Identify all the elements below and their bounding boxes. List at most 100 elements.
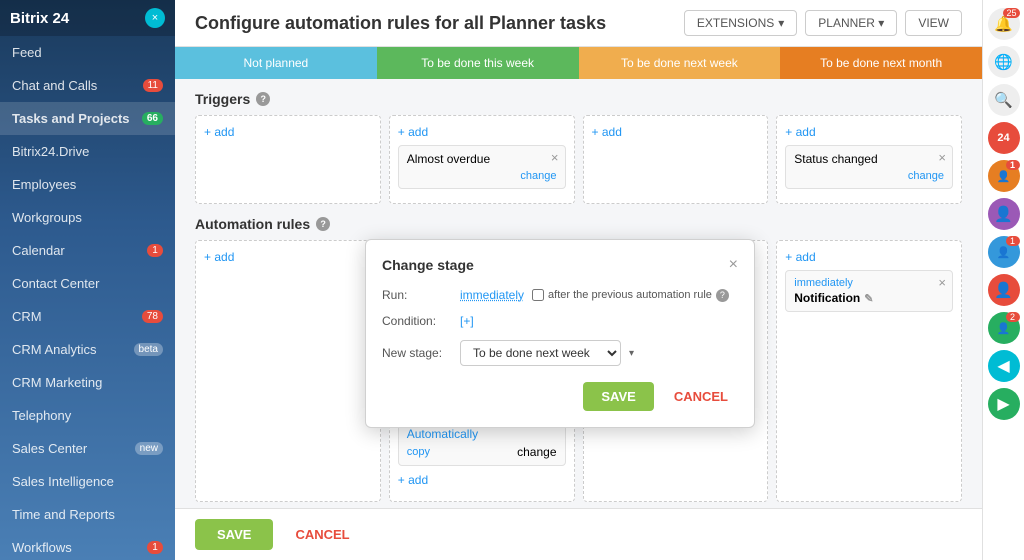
modal-cancel-button[interactable]: CANCEL xyxy=(664,382,738,411)
trigger-title-1: Status changed xyxy=(794,152,877,166)
page-title: Configure automation rules for all Plann… xyxy=(195,13,606,34)
trigger-close-icon-1[interactable]: × xyxy=(938,150,946,165)
globe-icon[interactable]: 🌐 xyxy=(988,46,1020,78)
modal-stage-select[interactable]: Not plannedTo be done this weekTo be don… xyxy=(460,340,621,366)
sidebar-item-sales-center[interactable]: Sales Center new xyxy=(0,432,175,465)
sidebar-item-employees[interactable]: Employees xyxy=(0,168,175,201)
stage-not-planned[interactable]: Not planned xyxy=(175,47,377,79)
sidebar-item-crm[interactable]: CRM 78 xyxy=(0,300,175,333)
automation-add-btn-3[interactable]: + add xyxy=(785,250,815,264)
triggers-row: + add + add × Almost overdue change + ad… xyxy=(195,115,962,204)
sidebar: Bitrix 24 × Feed Chat and Calls 11 Tasks… xyxy=(0,0,175,560)
stage-next-week[interactable]: To be done next week xyxy=(579,47,781,79)
modal-new-stage-label: New stage: xyxy=(382,346,452,360)
modal-condition-label: Condition: xyxy=(382,314,452,328)
triggers-add-btn-0[interactable]: + add xyxy=(204,125,234,139)
person1-avatar[interactable]: 👤 1 xyxy=(988,160,1020,192)
triggers-col-1: + add × Almost overdue change xyxy=(389,115,575,204)
bell-badge: 25 xyxy=(1003,8,1019,18)
search-icon[interactable]: 🔍 xyxy=(988,84,1020,116)
sidebar-item-tasks[interactable]: Tasks and Projects 66 xyxy=(0,102,175,135)
modal-run-value[interactable]: immediately xyxy=(460,288,524,302)
sidebar-item-time-reports[interactable]: Time and Reports xyxy=(0,498,175,531)
sidebar-item-workgroups[interactable]: Workgroups xyxy=(0,201,175,234)
modal-title: Change stage xyxy=(382,257,474,273)
right-bar: 🔔 25 🌐 🔍 24 👤 1 👤 👤 1 👤 👤 2 ◀ ▶ xyxy=(982,0,1024,560)
triggers-col-3: + add × Status changed change xyxy=(776,115,962,204)
sidebar-item-contact-center[interactable]: Contact Center xyxy=(0,267,175,300)
rule-target-1[interactable]: Automatically xyxy=(407,427,557,441)
workflows-badge: 1 xyxy=(147,541,163,554)
page-header: Configure automation rules for all Plann… xyxy=(175,0,982,47)
chat-calls-badge: 11 xyxy=(143,79,163,92)
triggers-section-header: Triggers ? xyxy=(195,91,962,107)
person1-badge: 1 xyxy=(1006,160,1020,170)
bottom-bar: SAVE CANCEL xyxy=(175,508,982,560)
rule-copy-link-1[interactable]: copy xyxy=(407,446,430,458)
automation-col-0: + add xyxy=(195,240,381,502)
triggers-col-0: + add xyxy=(195,115,381,204)
trigger-change-link-0[interactable]: change xyxy=(520,170,556,182)
sidebar-item-calendar[interactable]: Calendar 1 xyxy=(0,234,175,267)
rule-close-icon-2[interactable]: × xyxy=(938,275,946,290)
modal-condition-bracket[interactable]: [+] xyxy=(460,314,474,328)
sidebar-item-feed[interactable]: Feed xyxy=(0,36,175,69)
sidebar-close-button[interactable]: × xyxy=(145,8,165,28)
triggers-help-icon[interactable]: ? xyxy=(256,92,270,106)
sidebar-item-sales-intelligence[interactable]: Sales Intelligence xyxy=(0,465,175,498)
person4-avatar[interactable]: 👤 xyxy=(988,274,1020,306)
b24-icon[interactable]: 24 xyxy=(988,122,1020,154)
view-button[interactable]: VIEW xyxy=(905,10,962,36)
bottom-save-button[interactable]: SAVE xyxy=(195,519,273,550)
person5-avatar[interactable]: 👤 2 xyxy=(988,312,1020,344)
bottom-cancel-button[interactable]: CANCEL xyxy=(285,519,359,550)
sidebar-item-workflows[interactable]: Workflows 1 xyxy=(0,531,175,560)
modal-after-label: after the previous automation rule ? xyxy=(532,289,729,302)
modal-after-help-icon[interactable]: ? xyxy=(716,289,729,302)
trigger-title-0: Almost overdue xyxy=(407,152,490,166)
header-buttons: EXTENSIONS ▾ PLANNER ▾ VIEW xyxy=(684,10,962,36)
planner-button[interactable]: PLANNER ▾ xyxy=(805,10,897,36)
modal-stage-row: New stage: Not plannedTo be done this we… xyxy=(382,340,738,366)
bell-icon[interactable]: 🔔 25 xyxy=(988,8,1020,40)
triggers-add-btn-3[interactable]: + add xyxy=(785,125,815,139)
triggers-add-btn-2[interactable]: + add xyxy=(592,125,622,139)
automation-section-header: Automation rules ? xyxy=(195,216,962,232)
automation-add-btn-1b[interactable]: + add xyxy=(398,473,428,487)
automation-add-btn-0[interactable]: + add xyxy=(204,250,234,264)
trigger-change-link-1[interactable]: change xyxy=(908,170,944,182)
sidebar-item-crm-marketing[interactable]: CRM Marketing xyxy=(0,366,175,399)
sidebar-item-telephony[interactable]: Telephony xyxy=(0,399,175,432)
modal-run-label: Run: xyxy=(382,288,452,302)
rule-footer-1: copy change xyxy=(407,445,557,459)
person2-avatar[interactable]: 👤 xyxy=(988,198,1020,230)
person5-badge: 2 xyxy=(1006,312,1020,322)
edit-pencil-icon-2[interactable]: ✎ xyxy=(864,292,873,305)
sidebar-item-chat-calls[interactable]: Chat and Calls 11 xyxy=(0,69,175,102)
modal-close-button[interactable]: × xyxy=(729,256,738,274)
trigger-close-icon-0[interactable]: × xyxy=(551,150,559,165)
stage-this-week[interactable]: To be done this week xyxy=(377,47,579,79)
person3-avatar[interactable]: 👤 1 xyxy=(988,236,1020,268)
sidebar-item-crm-analytics[interactable]: CRM Analytics beta xyxy=(0,333,175,366)
crm-analytics-badge: beta xyxy=(134,343,163,356)
triggers-add-btn-1[interactable]: + add xyxy=(398,125,428,139)
modal-condition-row: Condition: [+] xyxy=(382,314,738,328)
chevron-down-icon: ▾ xyxy=(629,348,634,359)
stage-bar: Not planned To be done this week To be d… xyxy=(175,47,982,79)
extensions-button[interactable]: EXTENSIONS ▾ xyxy=(684,10,797,36)
trigger-card-status-changed: × Status changed change xyxy=(785,145,953,189)
content-area: Triggers ? + add + add × Almost overdue … xyxy=(175,79,982,508)
modal-after-checkbox[interactable] xyxy=(532,289,544,301)
modal-save-button[interactable]: SAVE xyxy=(583,382,653,411)
calendar-badge: 1 xyxy=(147,244,163,257)
sales-center-badge: new xyxy=(135,442,163,455)
stage-next-month[interactable]: To be done next month xyxy=(780,47,982,79)
green-button-icon[interactable]: ▶ xyxy=(988,388,1020,420)
automation-help-icon[interactable]: ? xyxy=(316,217,330,231)
teal-button-icon[interactable]: ◀ xyxy=(988,350,1020,382)
rule-change-link-1[interactable]: change xyxy=(517,445,556,459)
change-stage-modal: Change stage × Run: immediately after th… xyxy=(365,239,755,428)
sidebar-item-drive[interactable]: Bitrix24.Drive xyxy=(0,135,175,168)
rule-immediately-2[interactable]: immediately xyxy=(794,277,944,289)
